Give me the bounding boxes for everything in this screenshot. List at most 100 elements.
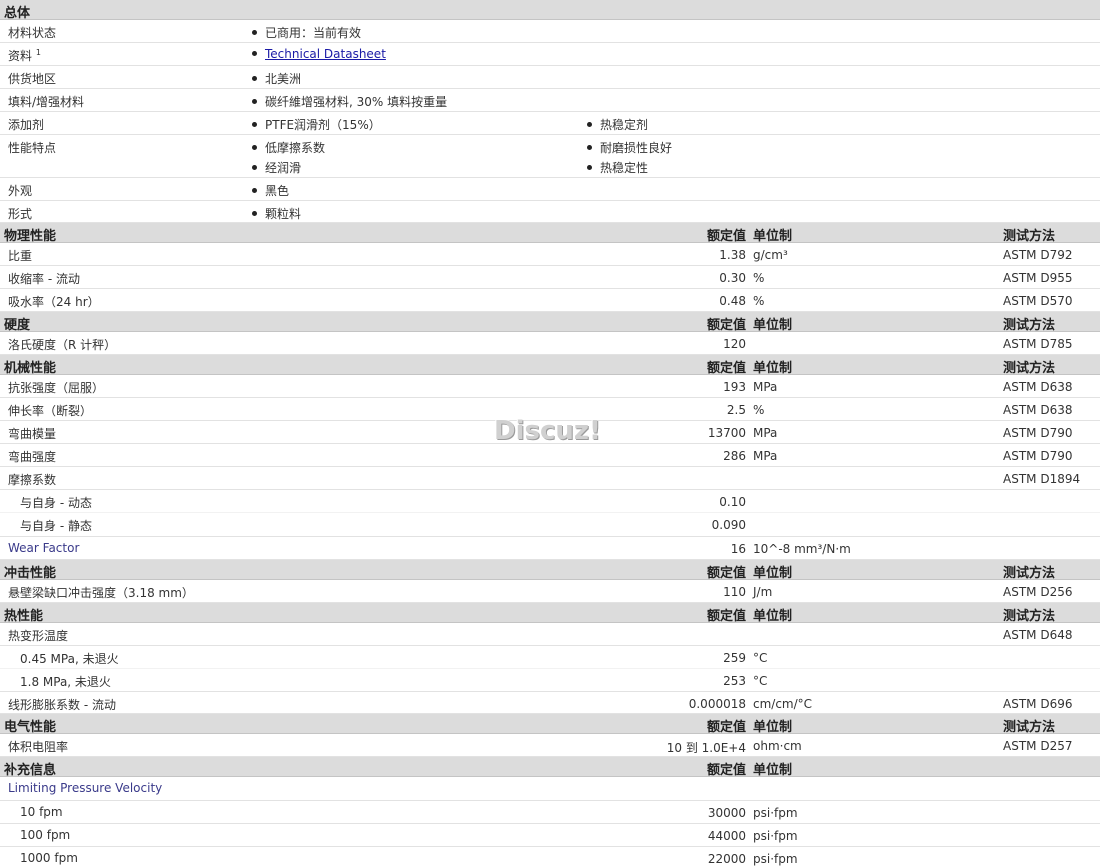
row-test-method: ASTM D570 <box>1003 294 1073 308</box>
table-row: 性能特点 低摩擦系数 耐磨损性良好 经润滑 热稳定性 <box>0 135 1100 178</box>
row-test-method: ASTM D955 <box>1003 271 1073 285</box>
row-value: 253 <box>723 674 746 688</box>
column-header-test: 测试方法 <box>1003 229 1056 244</box>
bullet-icon <box>587 145 592 150</box>
section-title: 总体 <box>4 6 31 21</box>
row-label: 悬壁梁缺口冲击强度（3.18 mm） <box>8 586 194 600</box>
row-unit: psi·fpm <box>753 829 798 843</box>
row-unit: cm/cm/°C <box>753 697 813 711</box>
bullet-icon <box>252 30 257 35</box>
bullet-icon <box>252 211 257 216</box>
column-header-unit: 单位制 <box>753 361 793 376</box>
row-label: Limiting Pressure Velocity <box>8 781 163 795</box>
table-row: 填料/增强材料 碳纤維增强材料, 30% 填料按重量 <box>0 89 1100 112</box>
row-label: 100 fpm <box>20 828 71 842</box>
column-header-value: 额定值 <box>706 229 746 244</box>
row-value: 0.090 <box>711 518 746 532</box>
column-header-unit: 单位制 <box>753 566 793 581</box>
row-label: 热变形温度 <box>8 629 69 643</box>
row-value: 30000 <box>707 806 746 820</box>
column-header-unit: 单位制 <box>753 318 793 333</box>
column-header-unit: 单位制 <box>753 763 793 778</box>
column-header-test: 测试方法 <box>1003 720 1056 735</box>
row-value: 110 <box>723 585 746 599</box>
row-label: 线形膨胀系数 - 流动 <box>8 698 116 712</box>
row-test-method: ASTM D790 <box>1003 426 1073 440</box>
row-label: 吸水率（24 hr） <box>8 295 100 309</box>
column-header-unit: 单位制 <box>753 720 793 735</box>
bullet-icon <box>587 122 592 127</box>
row-label: 与自身 - 静态 <box>20 519 92 533</box>
section-title: 补充信息 <box>4 763 57 778</box>
table-row: 材料状态 已商用：当前有效 <box>0 20 1100 43</box>
row-value: 0.48 <box>719 294 746 308</box>
table-row: 弯曲强度 286 MPa ASTM D790 <box>0 444 1100 467</box>
row-value: 0.30 <box>719 271 746 285</box>
row-label: 0.45 MPa, 未退火 <box>20 652 119 666</box>
row-unit: °C <box>753 674 768 688</box>
bullet-icon <box>587 165 592 170</box>
technical-datasheet-link[interactable]: Technical Datasheet <box>265 47 386 61</box>
row-unit: MPa <box>753 449 778 463</box>
column-header-value: 额定值 <box>706 609 746 624</box>
row-label: 体积电阻率 <box>8 740 69 754</box>
row-unit: % <box>753 271 765 285</box>
row-unit: ohm·cm <box>753 739 802 753</box>
row-label: Wear Factor <box>8 541 80 555</box>
bullet-item: PTFE润滑剂（15%） <box>252 116 381 133</box>
bullet-item: 低摩擦系数 <box>252 139 325 156</box>
row-test-method: ASTM D792 <box>1003 248 1073 262</box>
row-label: 比重 <box>8 249 33 263</box>
bullet-icon <box>252 51 257 56</box>
row-label: 1.8 MPa, 未退火 <box>20 675 111 689</box>
table-row: 洛氏硬度（R 计秤） 120 ASTM D785 <box>0 332 1100 355</box>
row-label: 抗张强度（屈服） <box>8 381 105 395</box>
bullet-item: 碳纤維增强材料, 30% 填料按重量 <box>252 93 447 110</box>
table-row: 摩擦系数 ASTM D1894 <box>0 467 1100 490</box>
bullet-icon <box>252 76 257 81</box>
row-value: 259 <box>723 651 746 665</box>
row-unit: 10^-8 mm³/N·m <box>753 542 851 556</box>
row-label: 弯曲模量 <box>8 427 57 441</box>
discuz-watermark: Discuz! <box>494 416 601 446</box>
bullet-item: 北美洲 <box>252 70 301 87</box>
section-title: 冲击性能 <box>4 566 57 581</box>
bullet-item: 热稳定性 <box>587 159 648 176</box>
table-row: 100 fpm 44000 psi·fpm <box>0 824 1100 847</box>
row-label: 与自身 - 动态 <box>20 496 92 510</box>
section-title: 热性能 <box>4 609 44 624</box>
section-header-supplemental: 补充信息 额定值 单位制 <box>0 757 1100 778</box>
bullet-item: 颗粒料 <box>252 205 301 222</box>
bullet-item: Technical Datasheet <box>252 47 386 61</box>
row-test-method: ASTM D638 <box>1003 380 1073 394</box>
column-header-value: 额定值 <box>706 318 746 333</box>
row-value: 10 到 1.0E+4 <box>666 741 746 755</box>
row-unit: J/m <box>753 585 773 599</box>
row-test-method: ASTM D696 <box>1003 697 1073 711</box>
section-title: 物理性能 <box>4 229 57 244</box>
column-header-value: 额定值 <box>706 720 746 735</box>
row-value: 13700 <box>707 426 746 440</box>
row-label: 填料/增强材料 <box>8 95 85 109</box>
table-row: 外观 黑色 <box>0 178 1100 201</box>
row-value: 1.38 <box>719 248 746 262</box>
section-header-electrical: 电气性能 额定值 单位制 测试方法 <box>0 714 1100 735</box>
row-label: 1000 fpm <box>20 851 78 865</box>
table-row: 1.8 MPa, 未退火 253 °C <box>0 669 1100 692</box>
row-test-method: ASTM D785 <box>1003 337 1073 351</box>
row-test-method: ASTM D1894 <box>1003 472 1081 486</box>
column-header-test: 测试方法 <box>1003 566 1056 581</box>
table-row: 0.45 MPa, 未退火 259 °C <box>0 646 1100 669</box>
row-test-method: ASTM D257 <box>1003 739 1073 753</box>
table-row: 与自身 - 动态 0.10 <box>0 490 1100 513</box>
row-label: 收缩率 - 流动 <box>8 272 80 286</box>
bullet-icon <box>252 188 257 193</box>
row-unit: % <box>753 294 765 308</box>
row-unit: °C <box>753 651 768 665</box>
row-unit: psi·fpm <box>753 852 798 866</box>
table-row: Wear Factor 16 10^-8 mm³/N·m <box>0 537 1100 560</box>
column-header-value: 额定值 <box>706 763 746 778</box>
table-row: 添加剂 PTFE润滑剂（15%） 热稳定剂 <box>0 112 1100 135</box>
column-header-unit: 单位制 <box>753 229 793 244</box>
section-header-general: 总体 <box>0 0 1100 21</box>
